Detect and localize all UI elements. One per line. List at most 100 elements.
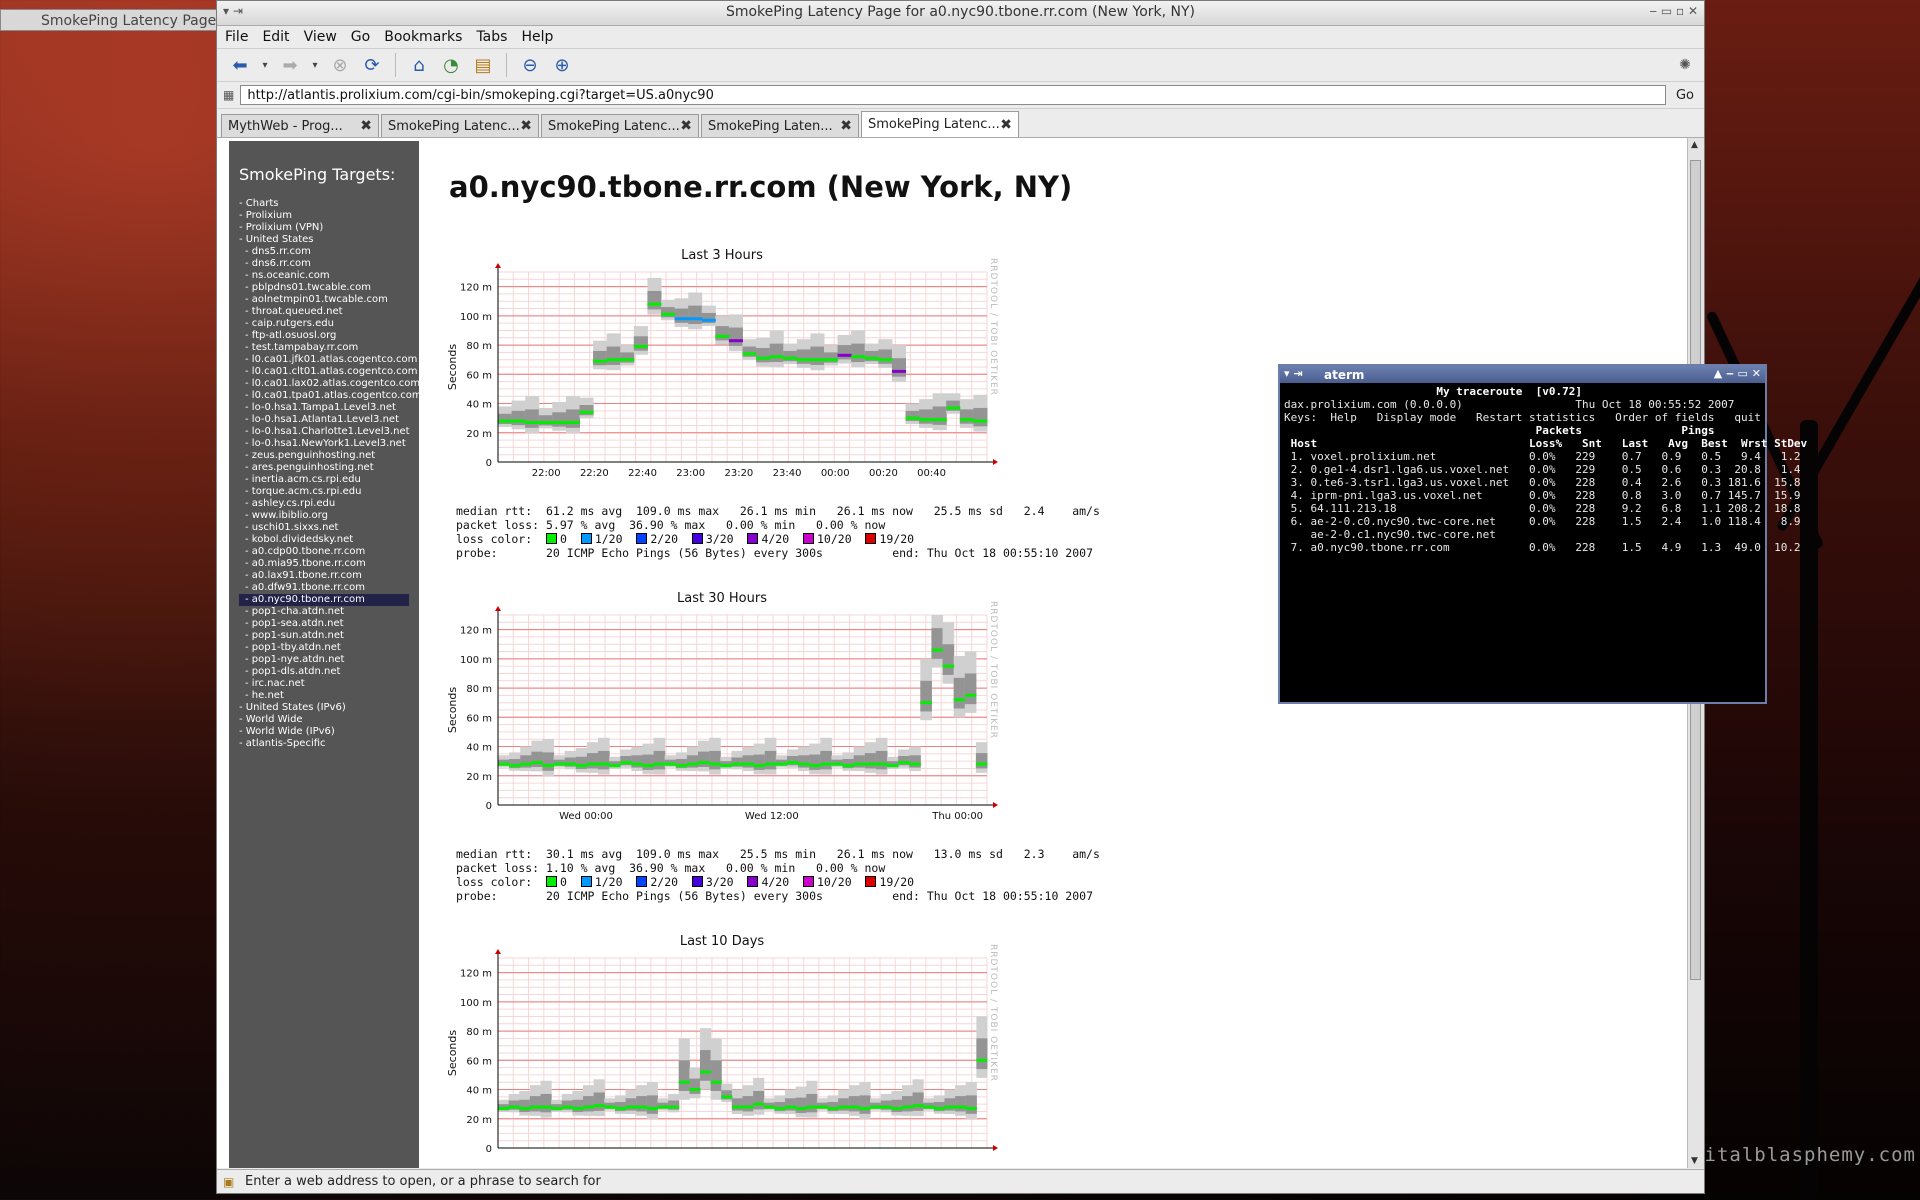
sidebar-target-item[interactable]: - ares.penguinhosting.net [239,462,409,474]
sidebar-target-item[interactable]: - ns.oceanic.com [239,270,409,282]
aterm-titlebar[interactable]: ▾ ⇥ aterm ▲ ‒ ▭ ✕ [1280,366,1765,383]
sidebar-target-item[interactable]: - pop1-cha.atdn.net [239,606,409,618]
sidebar-target-item[interactable]: - lo-0.hsa1.NewYork1.Level3.net [239,438,409,450]
terminal-output[interactable]: My traceroute [v0.72] dax.prolixium.com (… [1280,383,1807,556]
menu-file[interactable]: File [225,29,248,45]
terminal-line: Keys: Help Display mode Restart statisti… [1284,411,1761,424]
scroll-up-icon[interactable]: ▲ [1691,140,1698,150]
sidebar-target-item[interactable]: - United States (IPv6) [239,702,409,714]
sidebar-target-item[interactable]: - dns6.rr.com [239,258,409,270]
sidebar-target-item[interactable]: - World Wide (IPv6) [239,726,409,738]
sidebar-target-item[interactable]: - l0.ca01.lax02.atlas.cogentco.com [239,378,420,390]
sidebar-target-item[interactable]: - a0.lax91.tbone.rr.com [239,570,409,582]
graph-last-10-days: Last 10 Days RRDTOOL / TOBI OETIKER 0 20 … [442,934,1002,1168]
y-tick-label: 40 m [466,1086,492,1097]
zoom-in-icon[interactable]: ⊕ [549,52,575,78]
sidebar-target-item[interactable]: - lo-0.hsa1.Charlotte1.Level3.net [239,426,410,438]
scroll-down-icon[interactable]: ▼ [1691,1156,1698,1166]
smoke-core [806,1093,818,1113]
aterm-window-controls[interactable]: ▲ ‒ ▭ ✕ [1714,367,1761,380]
sidebar-target-item[interactable]: - ashley.cs.rpi.edu [239,498,409,510]
sidebar-target-item[interactable]: - www.ibiblio.org [239,510,409,522]
sidebar-target-item[interactable]: - ftp-atl.osuosl.org [239,330,409,342]
url-input[interactable]: http://atlantis.prolixium.com/cgi-bin/sm… [240,85,1666,105]
tab-smokeping-2[interactable]: SmokePing Latenc... ✖ [541,114,699,137]
sidebar-target-item[interactable]: - lo-0.hsa1.Atlanta1.Level3.net [239,414,409,426]
close-tab-icon[interactable]: ✖ [1000,117,1012,133]
tab-smokeping-3[interactable]: SmokePing Laten... ✖ [701,114,859,137]
back-menu-icon[interactable]: ▾ [259,52,271,78]
close-tab-icon[interactable]: ✖ [520,118,532,134]
sidebar-target-item[interactable]: - pop1-nye.atdn.net [239,654,409,666]
sidebar-target-item[interactable]: - throat.queued.net [239,306,409,318]
sidebar-target-item[interactable]: - pop1-sea.atdn.net [239,618,409,630]
history-icon[interactable]: ◔ [438,52,464,78]
sidebar-target-item[interactable]: - dns5.rr.com [239,246,409,258]
sidebar-target-item[interactable]: - World Wide [239,714,409,726]
y-tick-label: 120 m [460,626,492,637]
sidebar-target-item[interactable]: - a0.dfw91.tbone.rr.com [239,582,409,594]
window-title: SmokePing Latency Page for a0.nyc90.tbon… [725,4,1196,20]
sidebar-target-item[interactable]: - irc.nac.net [239,678,409,690]
median-rtt-segment [848,1105,860,1109]
forward-menu-icon[interactable]: ▾ [309,52,321,78]
menu-view[interactable]: View [304,29,337,45]
sidebar-target-item[interactable]: - a0.cdp00.tbone.rr.com [239,546,409,558]
home-icon[interactable]: ⌂ [406,52,432,78]
zoom-out-icon[interactable]: ⊖ [517,52,543,78]
sidebar-target-item[interactable]: - l0.ca01.tpa01.atlas.cogentco.com [239,390,422,402]
sidebar-target-item[interactable]: - uschi01.sixxs.net [239,522,409,534]
sidebar-target-item[interactable]: - zeus.penguinhosting.net [239,450,409,462]
sidebar-target-item[interactable]: - inertia.acm.cs.rpi.edu [239,474,409,486]
sidebar-target-item[interactable]: - pblpdns01.twcable.com [239,282,409,294]
median-rtt-segment [931,648,944,652]
sidebar-target-item[interactable]: - Charts [239,198,409,210]
menu-edit[interactable]: Edit [262,29,289,45]
menu-go[interactable]: Go [351,29,370,45]
sidebar-target-item[interactable]: - torque.acm.cs.rpi.edu [239,486,409,498]
loss-legend-entry: 10/20 [803,875,865,889]
sidebar-target-item[interactable]: - pop1-tby.atdn.net [239,642,409,654]
background-window-title[interactable]: SmokePing Latency Page [0,9,218,31]
tab-smokeping-active[interactable]: SmokePing Latenc... ✖ [861,111,1019,137]
sidebar-target-item[interactable]: - l0.ca01.clt01.atlas.cogentco.com [239,366,417,378]
sidebar-target-item[interactable]: - a0.nyc90.tbone.rr.com [239,594,409,606]
back-icon[interactable]: ⬅ [227,52,253,78]
median-rtt-segment [498,762,510,766]
smoke-core [848,1096,860,1112]
sidebar-target-item[interactable]: - he.net [239,690,409,702]
aterm-window[interactable]: ▾ ⇥ aterm ▲ ‒ ▭ ✕ My traceroute [v0.72] d… [1278,364,1807,704]
reload-icon[interactable]: ⟳ [359,52,385,78]
menu-bookmarks[interactable]: Bookmarks [384,29,462,45]
sidebar-target-item[interactable]: - atlantis-Specific [239,738,409,750]
sidebar-target-item[interactable]: - Prolixium (VPN) [239,222,409,234]
sidebar-target-item[interactable]: - kobol.dividedsky.net [239,534,409,546]
tab-mythweb[interactable]: MythWeb - Prog... ✖ [221,114,379,137]
sidebar-target-item[interactable]: - caip.rutgers.edu [239,318,409,330]
close-tab-icon[interactable]: ✖ [680,118,692,134]
window-controls[interactable]: ‒ ▭ ▫ ✕ [1649,4,1698,18]
sidebar-target-item[interactable]: - Prolixium [239,210,409,222]
smoke-core [809,754,821,770]
close-tab-icon[interactable]: ✖ [840,118,852,134]
median-rtt-segment [686,762,699,766]
menu-tabs[interactable]: Tabs [476,29,507,45]
window-titlebar[interactable]: ▾ ⇥ SmokePing Latency Page for a0.nyc90.… [217,1,1704,26]
sidebar-target-item[interactable]: - pop1-sun.atdn.net [239,630,409,642]
sidebar-target-item[interactable]: - lo-0.hsa1.Tampa1.Level3.net [239,402,409,414]
sidebar-target-item[interactable]: - United States [239,234,409,246]
sidebar-target-item[interactable]: - pop1-dls.atdn.net [239,666,409,678]
close-tab-icon[interactable]: ✖ [360,118,372,134]
stop-icon[interactable]: ⊗ [327,52,353,78]
aterm-menu-icon[interactable]: ▾ ⇥ [1284,367,1303,380]
sidebar-target-item[interactable]: - a0.mia95.tbone.rr.com [239,558,409,570]
forward-icon[interactable]: ➡ [277,52,303,78]
bookmarks-icon[interactable]: ▤ [470,52,496,78]
menu-help[interactable]: Help [521,29,553,45]
sidebar-target-item[interactable]: - l0.ca01.jfk01.atlas.cogentco.com [239,354,417,366]
sidebar-target-item[interactable]: - test.tampabay.rr.com [239,342,409,354]
graph-stats: median rtt: 30.1 ms avg 109.0 ms max 25.… [456,847,1100,903]
tab-smokeping-1[interactable]: SmokePing Latenc... ✖ [381,114,539,137]
sidebar-target-item[interactable]: - aolnetmpin01.twcable.com [239,294,409,306]
go-button[interactable]: Go [1672,88,1698,103]
